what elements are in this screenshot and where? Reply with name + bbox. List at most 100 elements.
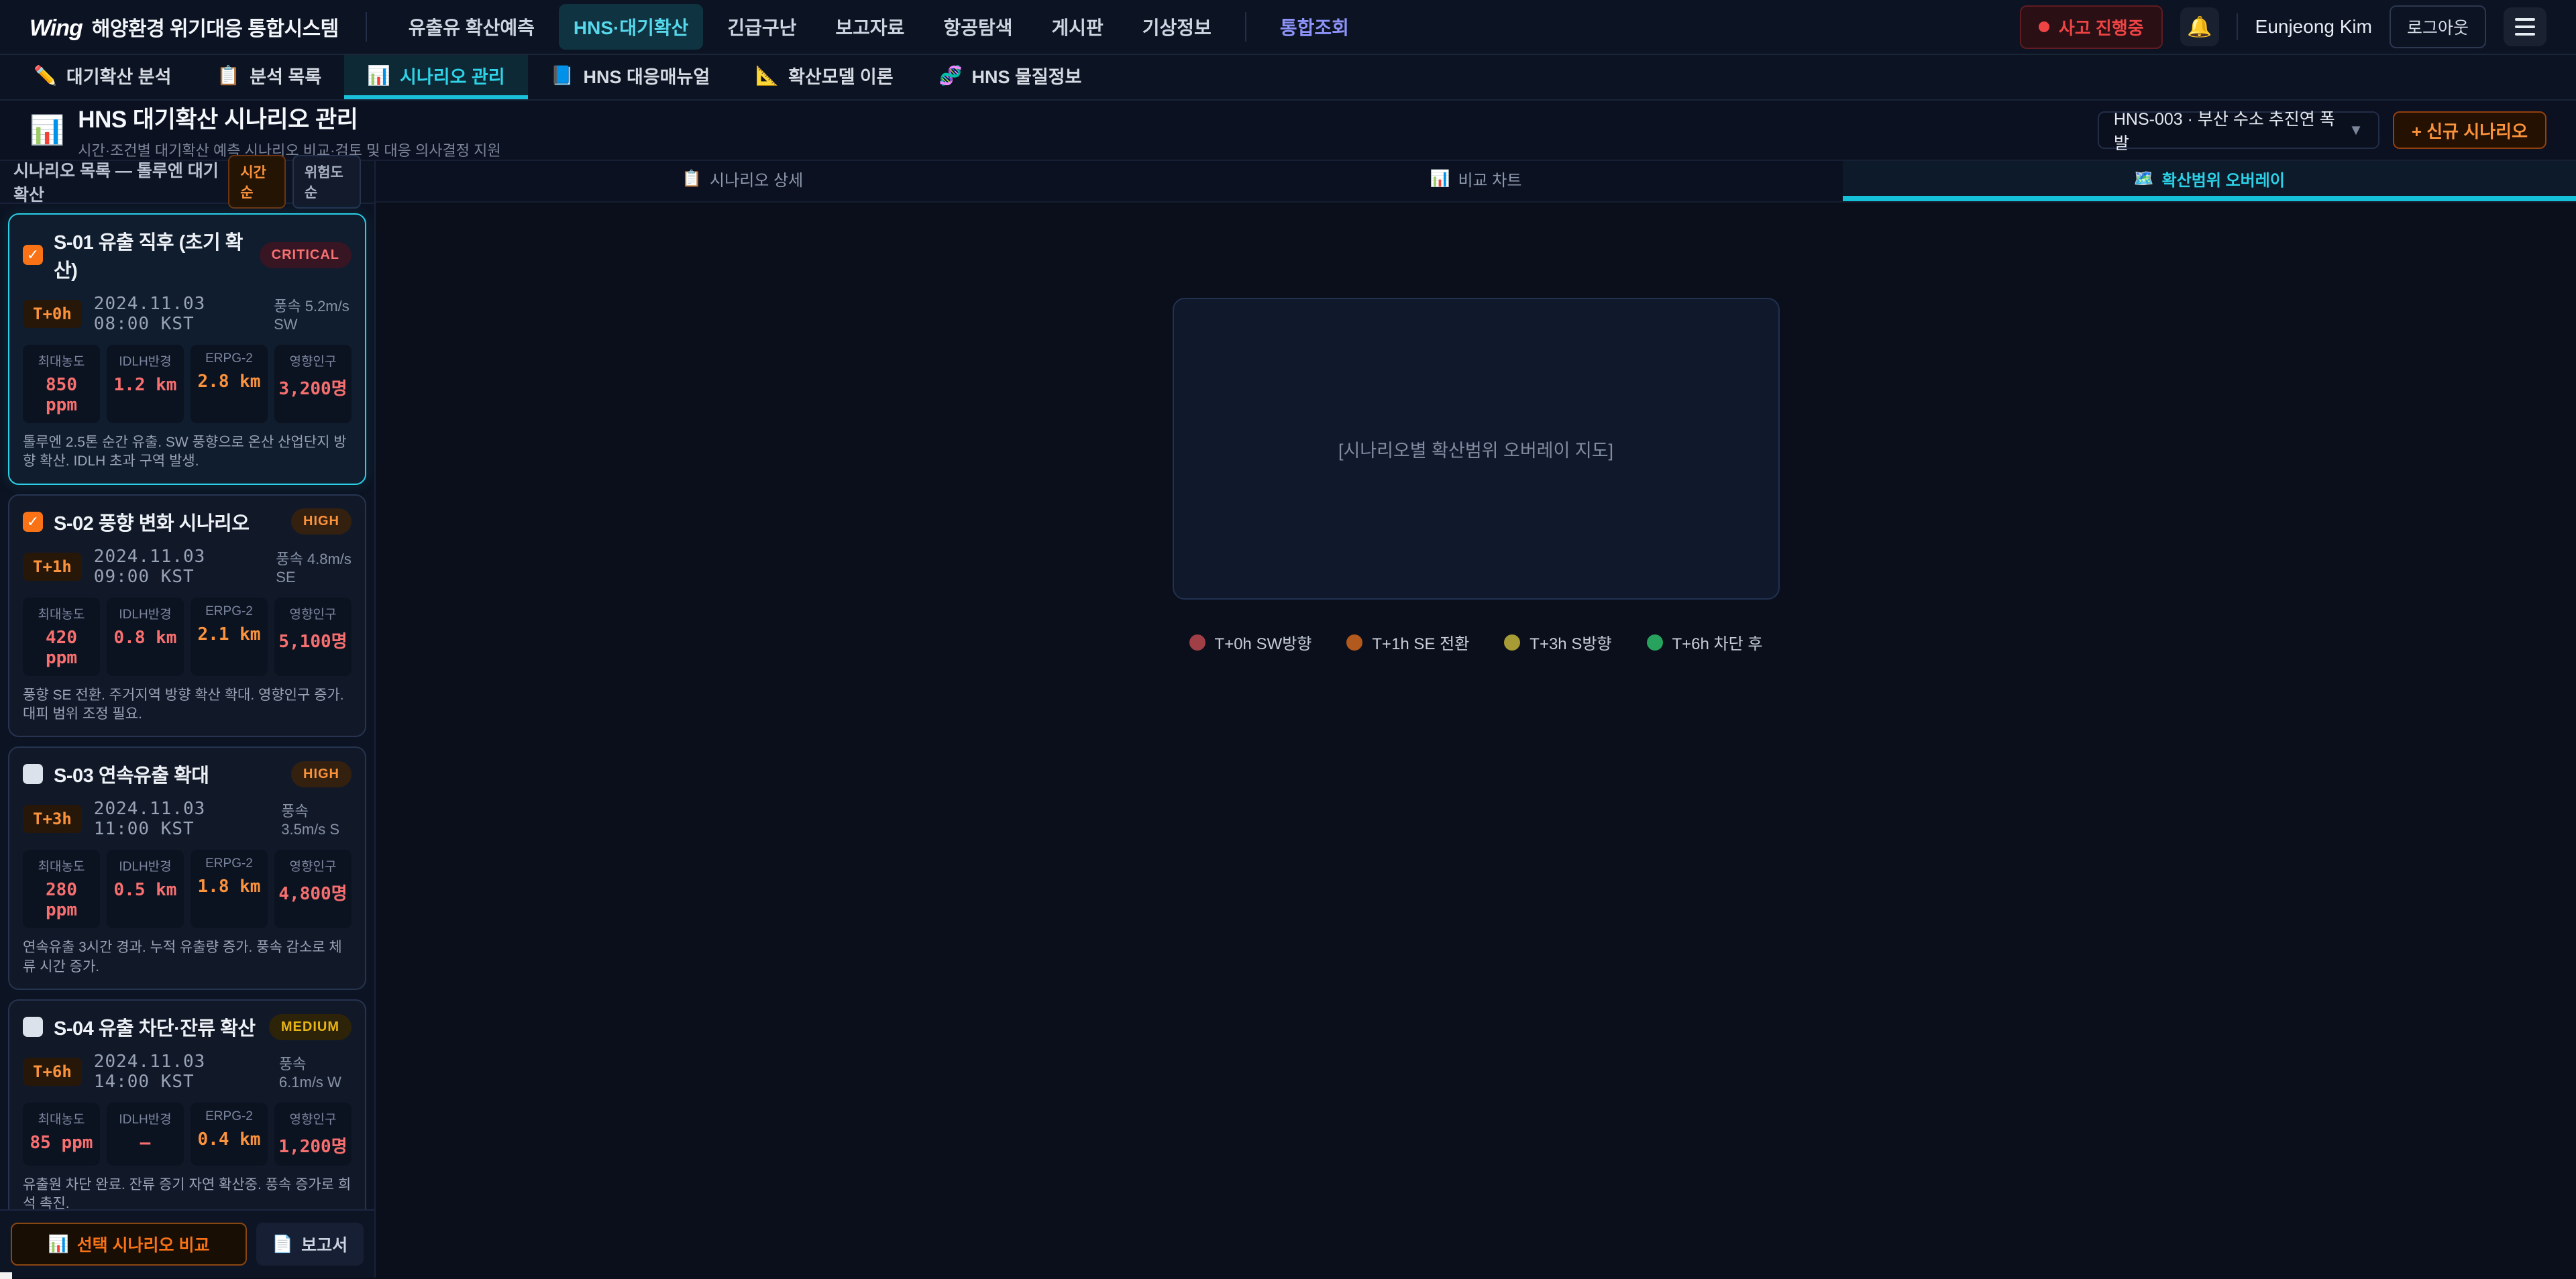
pencil-icon: ✏️ xyxy=(34,64,57,87)
tab-hns-substance-info[interactable]: 🧬 HNS 물질정보 xyxy=(916,55,1105,99)
main-panel: 📋 시나리오 상세 📊 비교 차트 🗺️ 확산범위 오버레이 [시나리오별 확산… xyxy=(376,161,2576,1278)
stat-erpg2: ERPG-2 2.8 km xyxy=(191,345,268,423)
sidebar-footer: 📊 선택 시나리오 비교 📄 보고서 xyxy=(0,1209,374,1278)
overlay-tab-content: [시나리오별 확산범위 오버레이 지도] T+0h SW방향 T+1h SE 전… xyxy=(376,203,2576,1278)
wind-info: 풍속 5.2m/s SW xyxy=(274,294,352,333)
scenario-select[interactable]: HNS-003 · 부산 수소 추진연 폭발 ▼ xyxy=(2098,111,2379,149)
scenario-description: 톨루엔 2.5톤 순간 유출. SW 풍향으로 온산 산업단지 방향 확산. I… xyxy=(23,433,352,471)
nav-integrated-search[interactable]: 통합조회 xyxy=(1265,4,1364,50)
timestamp: 2024.11.03 14:00 KST xyxy=(94,1052,267,1092)
scenario-card-s02[interactable]: ✓ S-02 풍향 변화 시나리오 HIGH T+1h 2024.11.03 0… xyxy=(8,494,366,738)
sort-by-time-button[interactable]: 시간순 xyxy=(228,155,286,209)
tab-hns-manual[interactable]: 📘 HNS 대응매뉴얼 xyxy=(528,55,733,99)
scenario-checkbox[interactable]: ✓ xyxy=(23,512,43,532)
scenario-checkbox[interactable] xyxy=(23,1017,43,1037)
severity-badge: HIGH xyxy=(291,508,352,535)
nav-emergency-rescue[interactable]: 긴급구난 xyxy=(712,4,811,50)
divider xyxy=(366,12,367,42)
notification-button[interactable]: 🔔 xyxy=(2180,7,2219,46)
report-button[interactable]: 📄 보고서 xyxy=(256,1223,364,1266)
severity-badge: CRITICAL xyxy=(260,242,352,268)
dna-icon: 🧬 xyxy=(939,64,963,87)
map-placeholder-text: [시나리오별 확산범위 오버레이 지도] xyxy=(1338,436,1613,462)
hamburger-icon xyxy=(2515,18,2535,21)
tab-analysis-list[interactable]: 📋 분석 목록 xyxy=(194,55,344,99)
nav-oil-spill[interactable]: 유출유 확산예측 xyxy=(394,4,549,50)
nav-weather[interactable]: 기상정보 xyxy=(1128,4,1226,50)
top-nav: Wing 해양환경 위기대응 통합시스템 유출유 확산예측 HNS·대기확산 긴… xyxy=(0,0,2576,55)
bar-chart-icon: 📊 xyxy=(367,64,390,87)
legend-item: T+0h SW방향 xyxy=(1189,630,1312,654)
page-title: HNS 대기확산 시나리오 관리 xyxy=(78,101,500,135)
world-map-icon: 🗺️ xyxy=(2134,169,2154,188)
dispersion-overlay-map[interactable]: [시나리오별 확산범위 오버레이 지도] xyxy=(1173,298,1780,600)
tab-comparison-chart[interactable]: 📊 비교 차트 xyxy=(1109,161,1842,201)
scenario-sidebar: 시나리오 목록 — 톨루엔 대기확산 시간순 위험도순 ✓ S-01 유출 직후… xyxy=(0,161,376,1278)
wind-info: 풍속 3.5m/s S xyxy=(281,799,352,838)
legend-dot-icon xyxy=(1647,634,1663,651)
stat-max-concentration: 최대농도 85 ppm xyxy=(23,1103,100,1166)
tab-dispersion-overlay[interactable]: 🗺️ 확산범위 오버레이 xyxy=(1843,161,2576,201)
legend-dot-icon xyxy=(1346,634,1362,651)
logout-button[interactable]: 로그아웃 xyxy=(2390,5,2486,48)
check-icon: ✓ xyxy=(27,514,39,529)
scenario-card-s01[interactable]: ✓ S-01 유출 직후 (초기 확산) CRITICAL T+0h 2024.… xyxy=(8,213,366,485)
sub-nav: ✏️ 대기확산 분석 📋 분석 목록 📊 시나리오 관리 📘 HNS 대응매뉴얼… xyxy=(0,55,2576,101)
time-offset-chip: T+1h xyxy=(23,553,82,581)
ruler-icon: 📐 xyxy=(755,64,779,87)
severity-badge: HIGH xyxy=(291,761,352,787)
tab-dispersion-analysis[interactable]: ✏️ 대기확산 분석 xyxy=(11,55,194,99)
nav-reports[interactable]: 보고자료 xyxy=(820,4,919,50)
sort-by-risk-button[interactable]: 위험도순 xyxy=(292,155,361,209)
check-icon: ✓ xyxy=(27,247,39,262)
stat-idlh-radius: IDLH반경 0.8 km xyxy=(107,598,184,676)
scenario-description: 유출원 차단 완료. 잔류 증기 자연 확산중. 풍속 증가로 희석 촉진. xyxy=(23,1176,352,1209)
chart-icon: 📊 xyxy=(30,114,64,147)
bar-chart-icon: 📊 xyxy=(48,1235,68,1254)
scenario-title: S-02 풍향 변화 시나리오 xyxy=(54,508,249,536)
scenario-checkbox[interactable] xyxy=(23,764,43,784)
legend-item: T+3h S방향 xyxy=(1504,630,1611,654)
legend-dot-icon xyxy=(1189,634,1205,651)
stat-erpg2: ERPG-2 1.8 km xyxy=(191,850,268,928)
severity-badge: MEDIUM xyxy=(269,1014,352,1040)
stat-max-concentration: 최대농도 280 ppm xyxy=(23,850,100,928)
incident-dot-icon xyxy=(2039,21,2049,32)
document-icon: 📄 xyxy=(272,1235,293,1254)
incident-status-badge: 사고 진행중 xyxy=(2020,5,2163,49)
menu-button[interactable] xyxy=(2504,7,2546,46)
scenario-description: 연속유출 3시간 경과. 누적 유출량 증가. 풍속 감소로 체류 시간 증가. xyxy=(23,938,352,977)
stat-erpg2: ERPG-2 2.1 km xyxy=(191,598,268,676)
tab-scenario-management[interactable]: 📊 시나리오 관리 xyxy=(344,55,527,99)
sidebar-title: 시나리오 목록 — 톨루엔 대기확산 xyxy=(13,158,228,206)
nav-aerial-search[interactable]: 항공탐색 xyxy=(928,4,1027,50)
stat-affected-population: 영향인구 5,100명 xyxy=(274,598,352,676)
timestamp: 2024.11.03 09:00 KST xyxy=(94,547,264,587)
stat-erpg2: ERPG-2 0.4 km xyxy=(191,1103,268,1166)
book-icon: 📘 xyxy=(551,64,574,87)
time-offset-chip: T+0h xyxy=(23,300,82,328)
nav-board[interactable]: 게시판 xyxy=(1037,4,1118,50)
timestamp: 2024.11.03 11:00 KST xyxy=(94,799,269,839)
timestamp: 2024.11.03 08:00 KST xyxy=(94,294,262,334)
clipboard-icon: 📋 xyxy=(217,64,240,87)
app-logo: Wing 해양환경 위기대응 통합시스템 xyxy=(30,12,339,42)
map-legend: T+0h SW방향 T+1h SE 전환 T+3h S방향 T+6h 차단 후 xyxy=(1189,630,1763,654)
clipboard-icon: 📋 xyxy=(682,169,702,188)
legend-item: T+6h 차단 후 xyxy=(1647,630,1763,654)
tab-scenario-detail[interactable]: 📋 시나리오 상세 xyxy=(376,161,1109,201)
compare-scenarios-button[interactable]: 📊 선택 시나리오 비교 xyxy=(11,1223,247,1266)
time-offset-chip: T+3h xyxy=(23,805,82,833)
stat-max-concentration: 최대농도 850 ppm xyxy=(23,345,100,423)
main-tab-bar: 📋 시나리오 상세 📊 비교 차트 🗺️ 확산범위 오버레이 xyxy=(376,161,2576,203)
scenario-checkbox[interactable]: ✓ xyxy=(23,245,43,265)
new-scenario-button[interactable]: + 신규 시나리오 xyxy=(2393,111,2546,149)
scenario-card-s04[interactable]: S-04 유출 차단·잔류 확산 MEDIUM T+6h 2024.11.03 … xyxy=(8,999,366,1209)
wind-info: 풍속 6.1m/s W xyxy=(279,1052,352,1091)
scenario-card-s03[interactable]: S-03 연속유출 확대 HIGH T+3h 2024.11.03 11:00 … xyxy=(8,746,366,990)
time-offset-chip: T+6h xyxy=(23,1058,82,1086)
incident-status-label: 사고 진행중 xyxy=(2059,15,2144,40)
nav-hns-dispersion[interactable]: HNS·대기확산 xyxy=(559,4,703,50)
tab-model-theory[interactable]: 📐 확산모델 이론 xyxy=(733,55,916,99)
main-nav: 유출유 확산예측 HNS·대기확산 긴급구난 보고자료 항공탐색 게시판 기상정… xyxy=(394,4,1364,50)
